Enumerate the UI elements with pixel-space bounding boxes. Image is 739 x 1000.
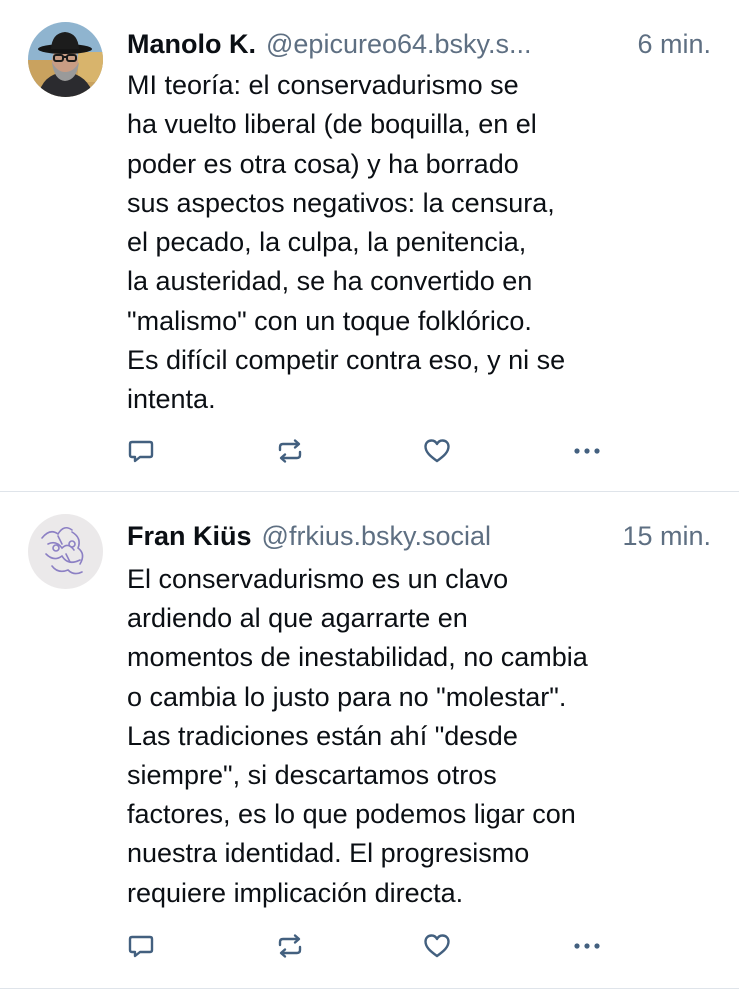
post[interactable]: Manolo K. @epicureo64.bsky.s... 6 min. MI… xyxy=(0,0,739,491)
like-button[interactable] xyxy=(420,434,454,468)
post-actions xyxy=(124,434,614,468)
post-timestamp[interactable]: 15 min. xyxy=(622,516,711,556)
author-handle[interactable]: @frkius.bsky.social xyxy=(262,521,491,551)
reply-button[interactable] xyxy=(124,929,158,963)
repost-icon xyxy=(278,439,302,463)
author-handle[interactable]: @epicureo64.bsky.s... xyxy=(266,29,532,59)
post-timestamp[interactable]: 6 min. xyxy=(637,24,711,64)
post-header: Fran Kiüs @frkius.bsky.social 15 min. xyxy=(127,516,711,556)
post-text: MI teoría: el conservadurismo se ha vuel… xyxy=(127,70,566,415)
more-options-icon xyxy=(574,448,600,454)
repost-button[interactable] xyxy=(273,434,307,468)
post-text: El conservadurismo es un clavo ardiendo … xyxy=(127,564,588,908)
more-options-button[interactable] xyxy=(570,434,604,468)
author-name[interactable]: Manolo K. xyxy=(127,29,256,59)
like-heart-icon xyxy=(424,439,450,463)
reply-icon xyxy=(128,935,154,958)
post-feed: Manolo K. @epicureo64.bsky.s... 6 min. MI… xyxy=(0,0,739,1000)
post-actions xyxy=(124,929,614,963)
repost-icon xyxy=(278,934,302,958)
post-header: Manolo K. @epicureo64.bsky.s... 6 min. xyxy=(127,24,711,64)
more-options-icon xyxy=(574,943,600,949)
post-divider xyxy=(0,988,739,989)
post[interactable]: Fran Kiüs @frkius.bsky.social 15 min. El … xyxy=(0,492,739,988)
more-options-button[interactable] xyxy=(570,929,604,963)
reply-button[interactable] xyxy=(124,434,158,468)
reply-icon xyxy=(128,440,154,463)
avatar[interactable] xyxy=(28,514,103,589)
like-button[interactable] xyxy=(420,929,454,963)
avatar[interactable] xyxy=(28,22,103,97)
author-name[interactable]: Fran Kiüs xyxy=(127,521,252,551)
like-heart-icon xyxy=(424,934,450,958)
repost-button[interactable] xyxy=(273,929,307,963)
